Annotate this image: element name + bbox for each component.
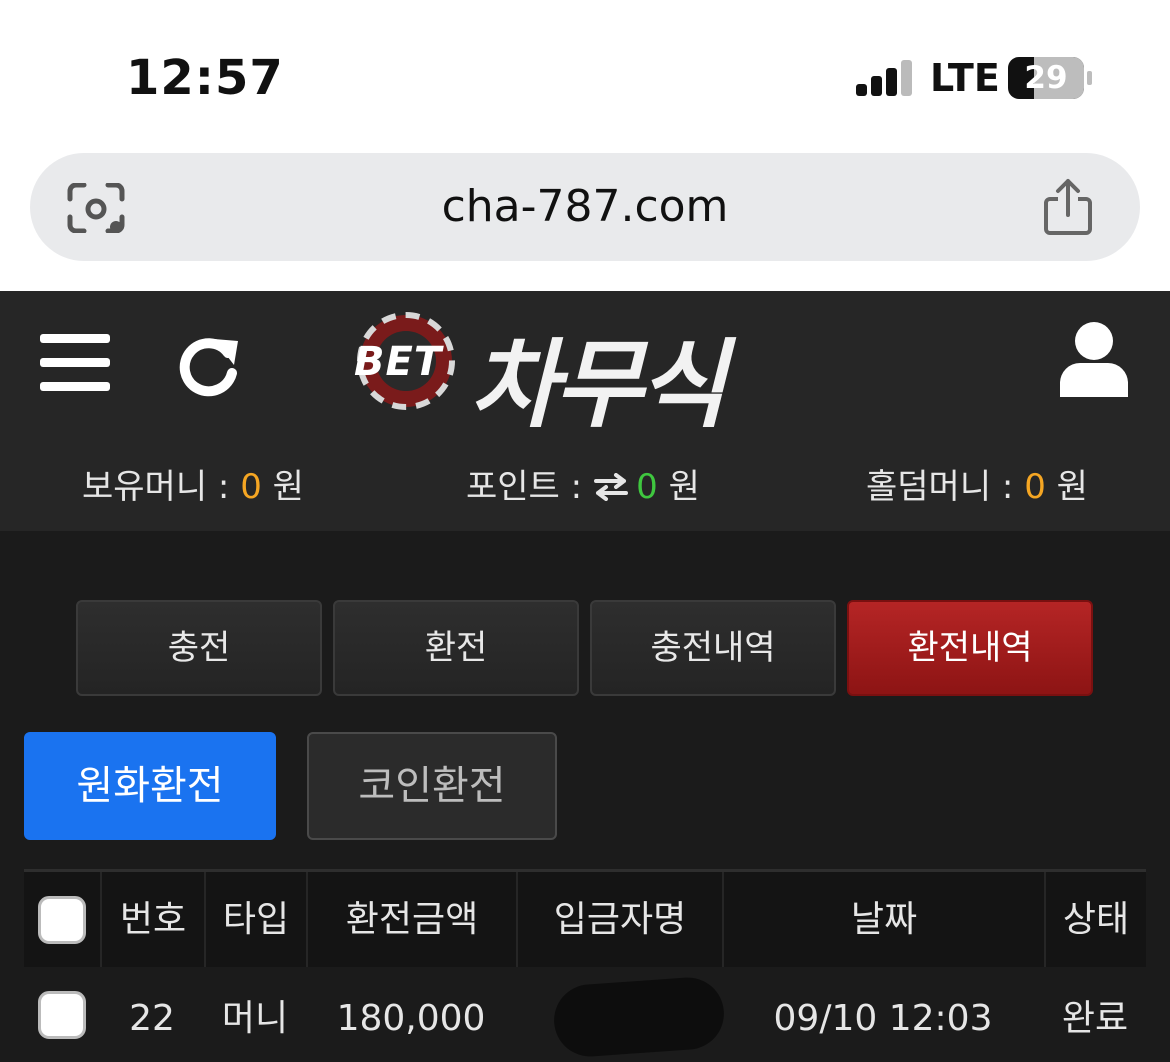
header-depositor: 입금자명: [516, 872, 722, 970]
signal-icon: [856, 60, 916, 96]
tab-charge-history[interactable]: 충전내역: [590, 600, 836, 696]
share-icon[interactable]: [1040, 177, 1096, 237]
header-number: 번호: [100, 872, 204, 970]
site-header: BET 차무식 보유머니 : 0 원 포인트 : 0 원 홀덤머니 : 0 원: [0, 291, 1170, 531]
header-amount: 환전금액: [306, 872, 516, 970]
main-tabs: 충전 환전 충전내역 환전내역: [76, 600, 1096, 696]
row-checkbox[interactable]: [38, 991, 86, 1039]
header-status: 상태: [1044, 872, 1146, 970]
holdem-unit: 원: [1056, 467, 1088, 507]
header-date: 날짜: [722, 872, 1044, 970]
table-row[interactable]: 22 머니 180,000 09/10 12:03 완료: [24, 967, 1146, 1062]
holdem-label: 홀덤머니 :: [866, 467, 1014, 507]
tab-exchange-history[interactable]: 환전내역: [847, 600, 1093, 696]
point-label: 포인트 :: [466, 467, 583, 507]
balance-bar: 보유머니 : 0 원 포인트 : 0 원 홀덤머니 : 0 원: [0, 459, 1170, 515]
logo-bet-text: BET: [354, 339, 443, 385]
cell-type: 머니: [221, 998, 289, 1039]
swap-arrows-icon[interactable]: [592, 473, 630, 501]
url-text[interactable]: cha-787.com: [30, 153, 1140, 261]
point-value: 0: [636, 467, 658, 507]
money-value: 0: [240, 467, 262, 507]
network-type: LTE: [930, 56, 1000, 100]
point-unit: 원: [668, 467, 700, 507]
subtab-krw-exchange[interactable]: 원화환전: [24, 732, 276, 840]
holdem-value: 0: [1024, 467, 1046, 507]
table-header: 번호 타입 환전금액 입금자명 날짜 상태: [24, 869, 1146, 970]
subtab-coin-exchange[interactable]: 코인환전: [307, 732, 557, 840]
battery-icon: 29: [1008, 57, 1084, 99]
cell-amount: 180,000: [336, 998, 486, 1039]
tab-charge[interactable]: 충전: [76, 600, 322, 696]
status-time: 12:57: [126, 50, 284, 106]
cell-status: 완료: [1061, 998, 1129, 1039]
address-bar[interactable]: cha-787.com: [30, 153, 1140, 261]
refresh-icon[interactable]: [176, 333, 242, 399]
tab-exchange[interactable]: 환전: [333, 600, 579, 696]
point-balance: 포인트 : 0 원: [466, 459, 700, 508]
status-bar: 12:57 LTE 29: [0, 0, 1170, 150]
battery-tip: [1087, 71, 1092, 85]
exchange-history-table: 번호 타입 환전금액 입금자명 날짜 상태 22 머니 180,000 09/1…: [24, 869, 1146, 1062]
holdem-balance: 홀덤머니 : 0 원: [866, 459, 1088, 508]
header-type: 타입: [204, 872, 306, 970]
hamburger-menu-icon[interactable]: [40, 334, 110, 394]
money-balance: 보유머니 : 0 원: [82, 459, 304, 508]
redacted-depositor-scribble: [551, 975, 727, 1059]
user-icon[interactable]: [1058, 321, 1130, 397]
site-logo[interactable]: BET 차무식: [350, 303, 810, 441]
select-all-checkbox[interactable]: [38, 896, 86, 944]
site-content: BET 차무식 보유머니 : 0 원 포인트 : 0 원 홀덤머니 : 0 원 …: [0, 291, 1170, 1062]
cell-date: 09/10 12:03: [773, 998, 993, 1039]
money-label: 보유머니 :: [82, 467, 230, 507]
money-unit: 원: [272, 467, 304, 507]
cell-number: 22: [129, 998, 175, 1039]
battery-level: 29: [1024, 60, 1068, 96]
logo-name-text: 차무식: [470, 329, 727, 441]
